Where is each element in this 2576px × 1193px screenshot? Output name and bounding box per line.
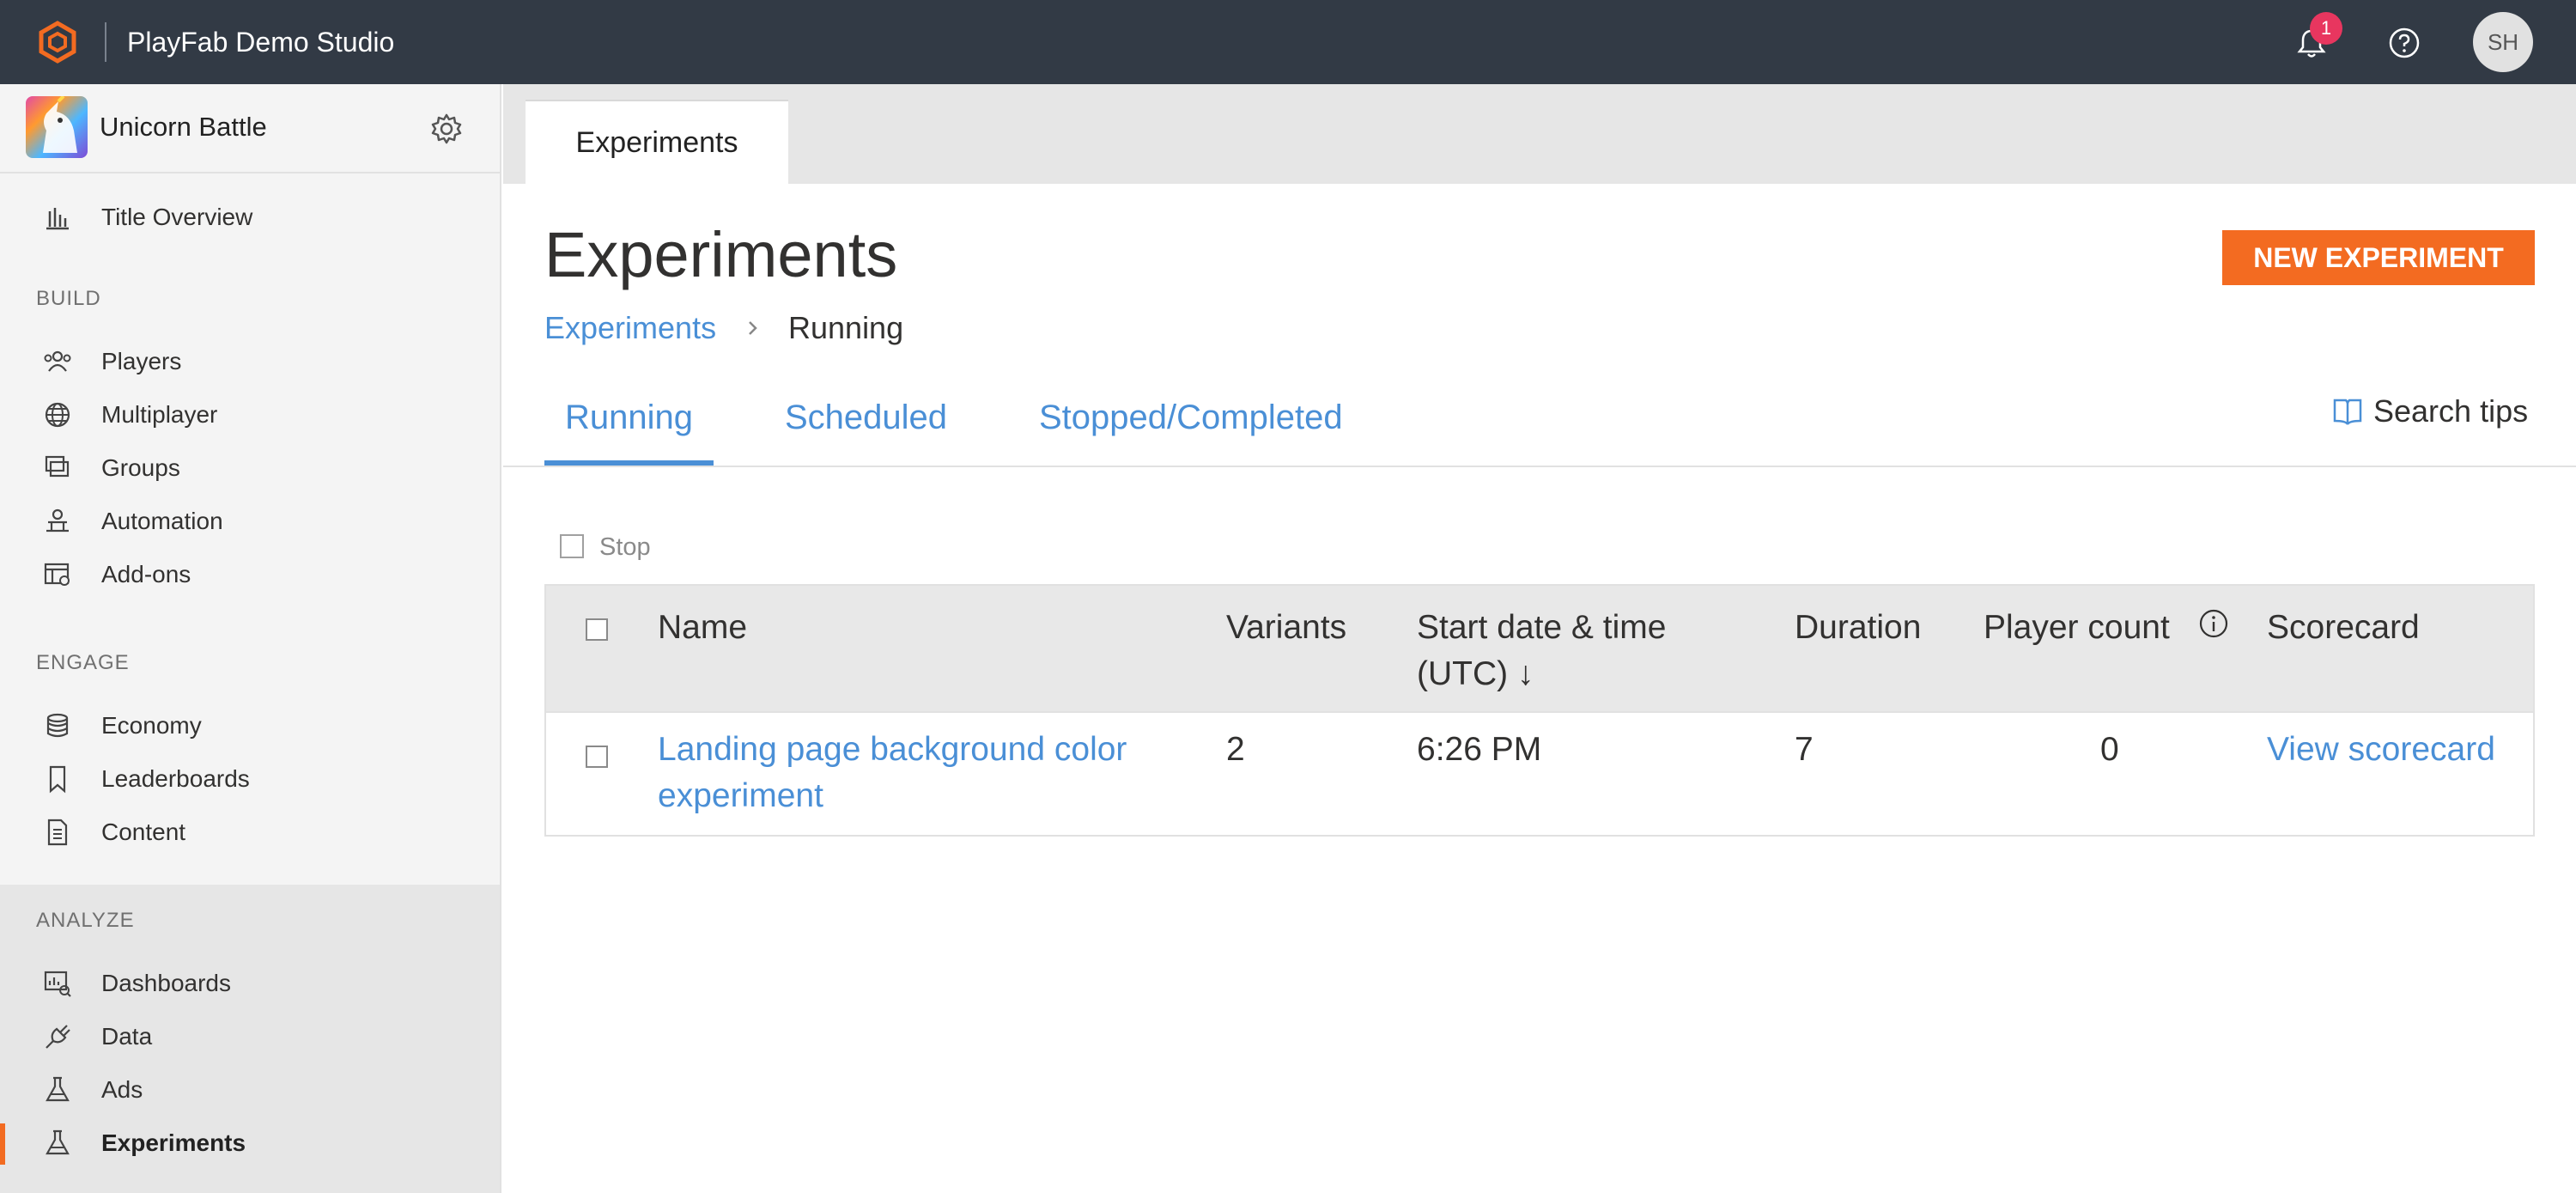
settings-gear-icon[interactable] <box>429 112 464 146</box>
experiments-table: Name Variants Start date & time (UTC) ↓ … <box>544 584 2535 837</box>
info-icon[interactable] <box>2198 608 2229 639</box>
search-tips-label: Search tips <box>2373 393 2529 429</box>
open-book-icon <box>2333 399 2362 425</box>
sidebar-item-label: Ads <box>101 1076 143 1103</box>
automation-robot-icon <box>46 508 69 533</box>
playfab-logo-icon[interactable] <box>36 21 79 64</box>
sidebar-item-content[interactable]: Content <box>0 807 500 857</box>
view-scorecard-link[interactable]: View scorecard <box>2267 727 2495 773</box>
column-header-start-date-sort[interactable]: (UTC) ↓ <box>1417 651 1534 697</box>
add-ons-icon <box>44 563 70 586</box>
sidebar-item-label: Data <box>101 1023 153 1050</box>
tab-running[interactable]: Running <box>544 392 714 466</box>
unicorn-game-icon[interactable] <box>26 96 88 158</box>
column-header-variants[interactable]: Variants <box>1226 605 1346 651</box>
user-avatar[interactable]: SH <box>2473 12 2533 72</box>
sidebar-item-leaderboards[interactable]: Leaderboards <box>0 754 500 804</box>
section-label-analyze: ANALYZE <box>36 909 135 932</box>
help-icon[interactable] <box>2387 26 2421 60</box>
column-header-start-date[interactable]: Start date & time <box>1417 605 1666 651</box>
start-time-value: 6:26 PM <box>1417 731 1542 768</box>
variants-value: 2 <box>1226 731 1245 768</box>
breadcrumb-link-experiments[interactable]: Experiments <box>544 306 716 350</box>
studio-name[interactable]: PlayFab Demo Studio <box>127 21 394 64</box>
column-header-name[interactable]: Name <box>658 605 747 651</box>
new-experiment-button[interactable]: NEW EXPERIMENT <box>2222 230 2535 285</box>
notification-badge: 1 <box>2310 12 2342 45</box>
tab-experiments[interactable]: Experiments <box>526 100 788 186</box>
globe-icon <box>45 402 70 428</box>
column-header-player-count[interactable]: Player count <box>1984 605 2170 651</box>
sidebar-item-label: Add-ons <box>101 561 191 587</box>
sidebar-item-label: Leaderboards <box>101 765 250 792</box>
page-title: Experiments <box>544 219 898 290</box>
column-header-scorecard[interactable]: Scorecard <box>2267 605 2420 651</box>
sidebar-item-ads[interactable]: Ads <box>0 1065 500 1115</box>
sidebar-item-data[interactable]: Data <box>0 1012 500 1062</box>
plug-icon <box>46 1025 70 1049</box>
sidebar-item-experiments[interactable]: Experiments <box>0 1118 500 1168</box>
sidebar-item-label: Dashboards <box>101 970 231 996</box>
chevron-right-icon <box>749 321 757 335</box>
sidebar-item-automation[interactable]: Automation <box>0 496 500 546</box>
player-count-value: 0 <box>2100 731 2119 768</box>
game-title[interactable]: Unicorn Battle <box>100 108 267 146</box>
sidebar-item-groups[interactable]: Groups <box>0 443 500 493</box>
sidebar-item-label: Multiplayer <box>101 401 218 428</box>
table-header: Name Variants Start date & time (UTC) ↓ … <box>546 586 2533 713</box>
sidebar-item-multiplayer[interactable]: Multiplayer <box>0 390 500 440</box>
bookmark-icon <box>49 765 66 794</box>
sidebar: Unicorn Battle Title Overview BUILD Play… <box>0 84 501 1193</box>
topbar-divider <box>105 22 106 62</box>
game-title-row: Unicorn Battle <box>0 84 500 173</box>
breadcrumb-current: Running <box>788 310 904 345</box>
tab-scheduled[interactable]: Scheduled <box>785 392 947 443</box>
tab-stopped-completed[interactable]: Stopped/Completed <box>1039 392 1343 443</box>
section-label-build: BUILD <box>36 287 101 310</box>
status-tabs: Running Scheduled Stopped/Completed <box>503 376 2576 467</box>
sidebar-item-economy[interactable]: Economy <box>0 701 500 751</box>
coin-stack-icon <box>46 713 69 738</box>
sidebar-item-label: Experiments <box>101 1129 246 1156</box>
people-icon <box>44 350 71 372</box>
duration-value: 7 <box>1795 731 1814 768</box>
document-icon <box>47 819 68 846</box>
stop-label: Stop <box>599 533 651 561</box>
experiment-name-link-line2[interactable]: experiment <box>658 773 823 819</box>
sidebar-item-label: Title Overview <box>101 204 253 230</box>
sidebar-item-add-ons[interactable]: Add-ons <box>0 550 500 600</box>
flask-icon <box>46 1129 70 1155</box>
sidebar-item-players[interactable]: Players <box>0 337 500 387</box>
sidebar-item-title-overview[interactable]: Title Overview <box>0 192 500 242</box>
flask-icon <box>46 1076 70 1102</box>
sidebar-item-label: Players <box>101 348 182 374</box>
experiment-name-link[interactable]: Landing page background color <box>658 727 1127 773</box>
column-header-duration[interactable]: Duration <box>1795 605 1921 651</box>
select-all-checkbox[interactable] <box>586 618 608 641</box>
table-row: Landing page background color experiment… <box>546 715 2533 835</box>
sidebar-item-label: Economy <box>101 712 202 739</box>
page-tab-strip: Experiments <box>503 84 2576 186</box>
top-bar: PlayFab Demo Studio 1 SH <box>0 0 2576 84</box>
stop-checkbox[interactable] <box>560 534 584 558</box>
sidebar-item-dashboards[interactable]: Dashboards <box>0 959 500 1008</box>
groups-icon <box>45 455 70 478</box>
sidebar-item-label: Groups <box>101 454 180 481</box>
sidebar-item-label: Content <box>101 819 186 845</box>
dashboard-icon <box>44 971 71 997</box>
section-label-engage: ENGAGE <box>36 651 130 674</box>
row-checkbox[interactable] <box>586 746 608 768</box>
sidebar-item-label: Automation <box>101 508 223 534</box>
bar-chart-icon <box>46 208 69 230</box>
